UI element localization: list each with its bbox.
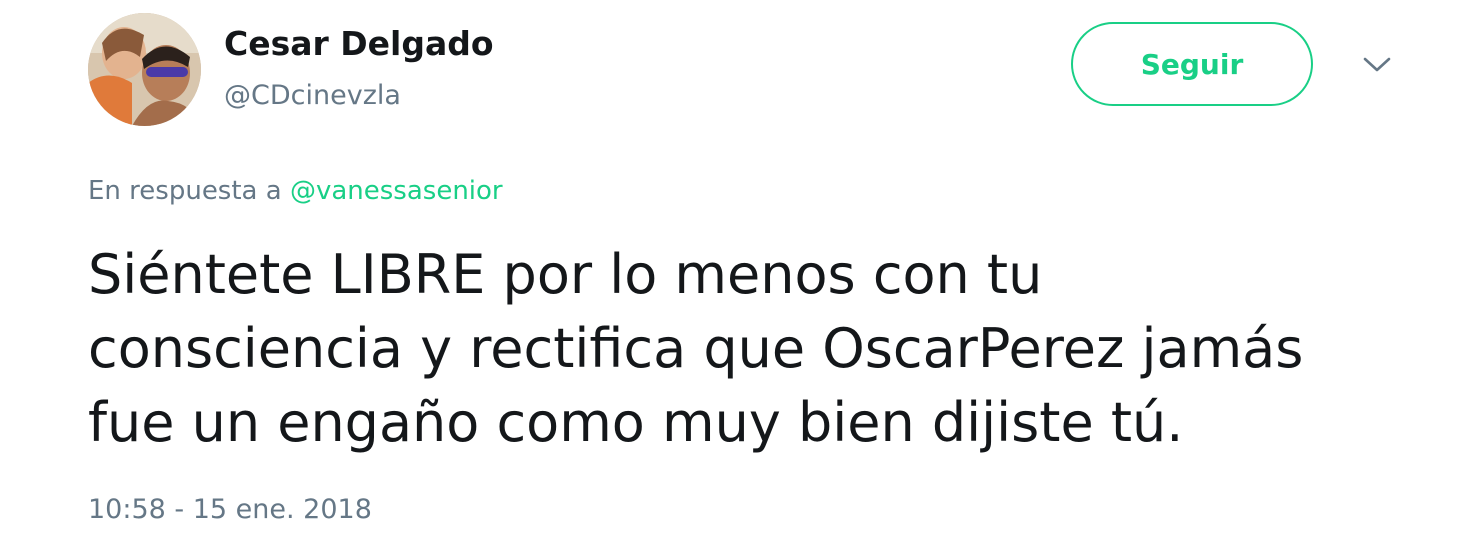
tweet-text-line: consciencia y rectifica que OscarPerez j… (88, 317, 1304, 380)
reply-mention-link[interactable]: @vanessasenior (290, 176, 503, 206)
tweet-timestamp[interactable]: 10:58 - 15 ene. 2018 (88, 490, 372, 530)
chevron-down-icon (1363, 57, 1391, 72)
tweet-card: Cesar Delgado @CDcinevzla Seguir En resp… (0, 0, 1477, 549)
tweet-text-line: Siéntete LIBRE por lo menos con tu (88, 243, 1043, 306)
user-handle[interactable]: @CDcinevzla (224, 76, 401, 116)
tweet-text: Siéntete LIBRE por lo menos con tu consc… (88, 238, 1418, 460)
follow-button[interactable]: Seguir (1071, 22, 1313, 106)
user-name[interactable]: Cesar Delgado (224, 22, 494, 66)
more-options-button[interactable] (1358, 50, 1396, 80)
avatar[interactable] (88, 13, 201, 126)
reply-context: En respuesta a @vanessasenior (88, 172, 503, 210)
tweet-text-line: fue un engaño como muy bien dijiste tú. (88, 391, 1184, 454)
reply-prefix: En respuesta a (88, 176, 282, 206)
avatar-photo (88, 13, 201, 126)
